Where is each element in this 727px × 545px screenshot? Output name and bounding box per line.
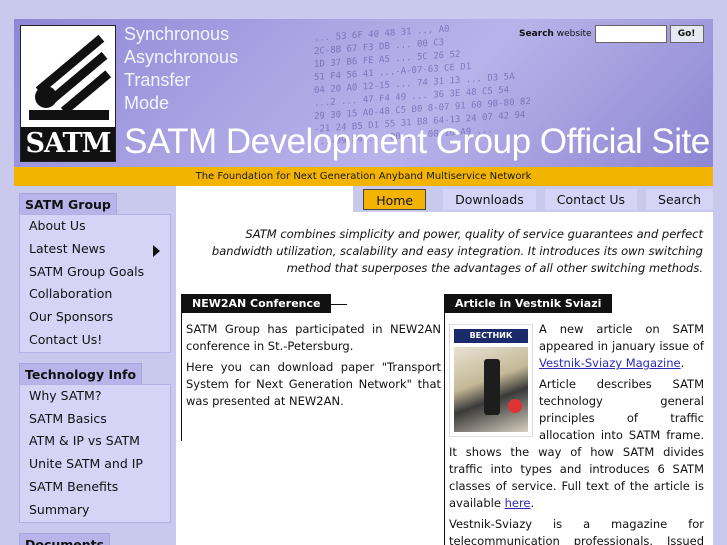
logo-stripe	[60, 70, 112, 115]
sidebar-item-latest-news[interactable]: Latest News	[20, 238, 170, 261]
sidebar-group-satm: SATM Group About Us Latest News SATM Gro…	[19, 193, 171, 353]
logo-stripe	[29, 110, 109, 120]
acronym-block: Synchronous Asynchronous Transfer Mode	[124, 23, 238, 115]
sidebar-item-satm-benefits[interactable]: SATM Benefits	[20, 476, 170, 499]
magazine-masthead: ВЕСТНИК СВЯЗИ	[454, 329, 528, 354]
go-button[interactable]: Go!	[669, 25, 704, 43]
acronym-line: Transfer	[124, 70, 191, 90]
search-input[interactable]	[594, 25, 667, 43]
tab-contact-us[interactable]: Contact Us	[543, 189, 638, 210]
search-label: Search website	[519, 29, 592, 39]
site-title: SATM Development Group Official Site	[124, 122, 710, 161]
acronym-line: Asynchronous	[124, 47, 239, 67]
article-here-link[interactable]: here	[505, 496, 531, 510]
news-box-new2an: NEW2AN Conference SATM Group has partici…	[181, 294, 441, 441]
logo-ball	[35, 86, 57, 108]
sidebar-group-title: Documents	[19, 532, 111, 545]
site-search: Search website Go!	[519, 25, 704, 43]
radio-phone-icon	[484, 359, 500, 415]
sidebar-item-satm-basics[interactable]: SATM Basics	[20, 408, 170, 431]
acronym-line: Mode	[124, 93, 170, 113]
sidebar-item-unite-satm-ip[interactable]: Unite SATM and IP	[20, 453, 170, 476]
satm-logo[interactable]: SATM	[20, 25, 116, 162]
news-text: A new article on SATM appeared in januar…	[539, 322, 704, 353]
magazine-cover-image[interactable]: ВЕСТНИК СВЯЗИ	[449, 324, 533, 437]
top-tabs: Home Downloads Contact Us Search	[353, 186, 713, 212]
news-text: .	[680, 356, 685, 370]
sidebar-list: About Us Latest News SATM Group Goals Co…	[19, 214, 171, 353]
news-paragraph: Here you can download paper "Transport S…	[186, 360, 441, 408]
magazine-badge-icon	[508, 399, 522, 413]
news-box-vestnik: Article in Vestnik Sviazi ВЕСТНИК СВЯЗИ …	[444, 294, 704, 545]
main-content: Home Downloads Contact Us Search SATM co…	[176, 186, 713, 545]
sidebar-list: Why SATM? SATM Basics ATM & IP vs SATM U…	[19, 383, 171, 523]
sidebar-group-technology: Technology Info Why SATM? SATM Basics AT…	[19, 362, 171, 523]
acronym-line: Synchronous	[124, 24, 230, 44]
news-paragraph: Vestnik-Sviazy is a magazine for telecom…	[449, 517, 704, 545]
submenu-arrow-icon	[153, 244, 160, 257]
sidebar-item-why-satm[interactable]: Why SATM?	[20, 385, 170, 408]
search-label-rest: website	[553, 29, 592, 39]
news-paragraph: SATM Group has participated in NEW2AN co…	[186, 322, 441, 353]
sidebar-item-contact[interactable]: Contact Us!	[20, 329, 170, 352]
sidebar-item-summary[interactable]: Summary	[20, 499, 170, 522]
vestnik-magazine-link[interactable]: Vestnik-Sviazy Magazine	[539, 356, 681, 370]
news-box-body: ВЕСТНИК СВЯЗИ A new article on SATM appe…	[444, 313, 704, 545]
news-box-body: SATM Group has participated in NEW2AN co…	[181, 313, 441, 441]
sidebar-item-atm-ip-vs-satm[interactable]: ATM & IP vs SATM	[20, 430, 170, 453]
news-box-title: Article in Vestnik Sviazi	[444, 294, 613, 313]
sidebar-group-title: Technology Info	[19, 362, 143, 384]
sidebar-item-about-us[interactable]: About Us	[20, 215, 170, 238]
box-title-rule	[321, 304, 347, 305]
tab-home[interactable]: Home	[363, 189, 427, 210]
news-text: .	[530, 496, 535, 510]
sidebar-group-documents: Documents	[19, 532, 171, 545]
search-label-bold: Search	[519, 29, 554, 39]
sidebar-item-group-goals[interactable]: SATM Group Goals	[20, 261, 170, 284]
sidebar-item-collaboration[interactable]: Collaboration	[20, 283, 170, 306]
intro-text: SATM combines simplicity and power, qual…	[211, 227, 703, 275]
sidebar-item-sponsors[interactable]: Our Sponsors	[20, 306, 170, 329]
tagline-bar: The Foundation for Next Generation Anyba…	[14, 167, 713, 186]
logo-text: SATM	[21, 127, 115, 161]
site-header: ... 53 6F 40 48 31 ... A0 2C-8B 67 F3 DB…	[14, 19, 713, 167]
tab-downloads[interactable]: Downloads	[442, 189, 536, 210]
tab-search[interactable]: Search	[645, 189, 713, 210]
news-box-title: NEW2AN Conference	[181, 294, 332, 313]
sidebar: SATM Group About Us Latest News SATM Gro…	[14, 186, 176, 545]
sidebar-group-title: SATM Group	[19, 193, 117, 214]
sidebar-item-label: Latest News	[29, 240, 106, 256]
